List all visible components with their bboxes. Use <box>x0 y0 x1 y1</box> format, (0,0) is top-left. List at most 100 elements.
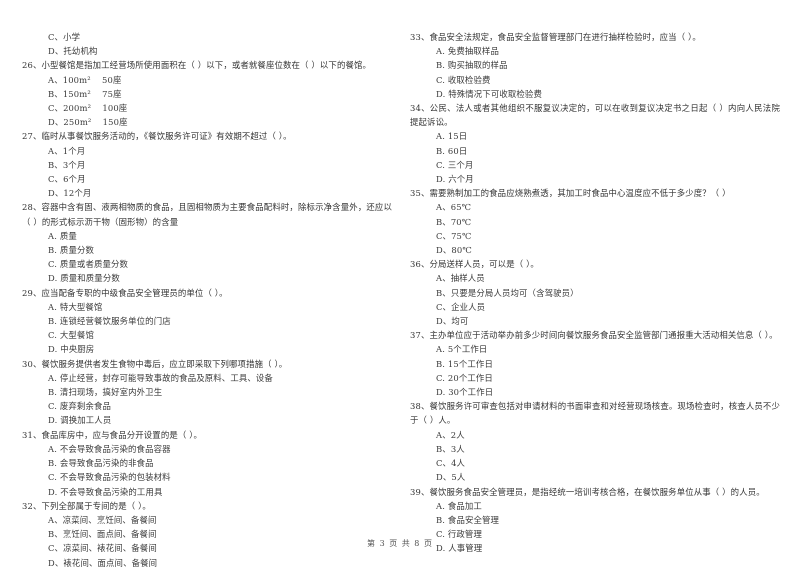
question-37: 37、主办单位应于活动举办前多少时间向餐饮服务食品安全监管部门通报重大活动相关信… <box>410 328 780 399</box>
question-options: A. 质量 B. 质量分数 C. 质量或者质量分数 D. 质量和质量分数 <box>22 229 392 286</box>
option-item: D. 30个工作日 <box>436 387 494 398</box>
question-stem: 34、公民、法人或者其他组织不服复议决定的，可以在收到复议决定书之日起（ ）内向… <box>410 103 780 128</box>
option-item: A、2人 <box>436 429 465 440</box>
option-item: A、65℃ <box>436 202 472 213</box>
option-item: D、12个月 <box>48 188 92 199</box>
option-item: D. 中央厨房 <box>48 344 95 355</box>
option-item: B. 会导致食品污染的非食品 <box>48 458 154 469</box>
option-item: C、小学 <box>48 32 81 42</box>
page-number: 第 3 页 共 8 页 <box>367 539 433 548</box>
left-column: C、小学 D、托幼机构 26、小型餐馆是指加工经营场所使用面积在（ ）以下，或者… <box>22 30 392 570</box>
question-31: 31、食品库房中，应与食品分开设置的是（ ）。 A. 不会导致食品污染的食品容器… <box>22 428 392 499</box>
option-item: C. 收取检验费 <box>436 74 491 85</box>
option-item: B、150m² 75座 <box>48 88 122 99</box>
option-item: A. 食品加工 <box>436 500 482 511</box>
question-stem: 36、分局送样人员，可以是（ ）。 <box>410 259 539 270</box>
option-item: C. 废弃剩余食品 <box>48 401 112 412</box>
option-item: D. 六个月 <box>436 174 474 185</box>
option-item: A、1个月 <box>48 145 86 156</box>
question-stem: 29、应当配备专职的中级食品安全管理员的单位（ ）。 <box>22 287 228 298</box>
question-options: A、65℃ B、70℃ C、75℃ D、80℃ <box>410 200 780 257</box>
option-item: B. 清扫现场，搞好室内外卫生 <box>48 387 163 398</box>
option-item: D. 调换加工人员 <box>48 415 112 426</box>
question-32: 32、下列全部属于专间的是（ ）。 A、凉菜间、烹饪间、备餐间 B、烹饪间、面点… <box>22 499 392 570</box>
option-item: A. 免费抽取样品 <box>436 46 499 57</box>
question-stem: 28、容器中含有固、液两相物质的食品，且固相物质为主要食品配料时，除标示净含量外… <box>22 202 392 227</box>
page-footer: 第 3 页 共 8 页 <box>0 538 800 549</box>
option-item: D、5人 <box>436 472 466 483</box>
option-item: C. 三个月 <box>436 159 474 170</box>
option-item: B. 连锁经营餐饮服务单位的门店 <box>48 316 171 327</box>
option-item: C、4人 <box>436 458 466 469</box>
option-item: D、80℃ <box>436 245 472 256</box>
question-options: A. 5个工作日 B. 15个工作日 C. 20个工作日 D. 30个工作日 <box>410 342 780 399</box>
option-item: B、70℃ <box>436 216 472 227</box>
question-stem: 37、主办单位应于活动举办前多少时间向餐饮服务食品安全监管部门通报重大活动相关信… <box>410 330 778 341</box>
question-options: A. 免费抽取样品 B. 购买抽取的样品 C. 收取检验费 D. 特殊情况下可收… <box>410 44 780 101</box>
option-item: B、3个月 <box>48 159 86 170</box>
orphan-options-list: C、小学 D、托幼机构 <box>22 30 392 58</box>
option-item: B. 质量分数 <box>48 245 95 256</box>
option-item: B. 购买抽取的样品 <box>436 60 508 71</box>
option-item: B. 食品安全管理 <box>436 514 500 525</box>
question-stem: 32、下列全部属于专间的是（ ）。 <box>22 500 151 511</box>
question-stem: 35、需要熟制加工的食品应烧熟煮透，其加工时食品中心温度应不低于多少度？（ ） <box>410 188 731 199</box>
option-item: A、抽样人员 <box>436 273 485 284</box>
option-item: A、100m² 50座 <box>48 74 122 85</box>
question-options: A. 特大型餐馆 B. 连锁经营餐饮服务单位的门店 C. 大型餐馆 D. 中央厨… <box>22 300 392 357</box>
question-26: 26、小型餐馆是指加工经营场所使用面积在（ ）以下，或者就餐座位数在（ ）以下的… <box>22 58 392 129</box>
question-options: A、抽样人员 B、只要是分局人员均可（含驾驶员） C、企业人员 D、均可 <box>410 271 780 328</box>
option-item: B. 15个工作日 <box>436 358 493 369</box>
exam-page: C、小学 D、托幼机构 26、小型餐馆是指加工经营场所使用面积在（ ）以下，或者… <box>0 0 800 568</box>
option-item: C. 不会导致食品污染的包装材料 <box>48 472 171 483</box>
option-item: C、200m² 100座 <box>48 103 128 114</box>
option-item: C. 大型餐馆 <box>48 330 94 341</box>
question-28: 28、容器中含有固、液两相物质的食品，且固相物质为主要食品配料时，除标示净含量外… <box>22 200 392 285</box>
question-34: 34、公民、法人或者其他组织不服复议决定的，可以在收到复议决定书之日起（ ）内向… <box>410 101 780 186</box>
option-item: D、250m² 150座 <box>48 117 128 128</box>
option-item: A. 停止经营，封存可能导致事故的食品及原料、工具、设备 <box>48 372 273 383</box>
option-item: A. 质量 <box>48 230 77 241</box>
option-item: A. 5个工作日 <box>436 344 488 355</box>
option-item: B. 60日 <box>436 145 468 156</box>
question-options: A. 停止经营，封存可能导致事故的食品及原料、工具、设备 B. 清扫现场，搞好室… <box>22 371 392 428</box>
option-item: D、裱花间、面点间、备餐间 <box>48 557 158 568</box>
right-column: 33、食品安全法规定，食品安全监督管理部门在进行抽样检验时，应当（ ）。 A. … <box>410 30 780 556</box>
option-item: C. 质量或者质量分数 <box>48 259 129 270</box>
question-38: 38、餐饮服务许可审查包括对申请材料的书面审查和对经营现场核查。现场检查时，核查… <box>410 399 780 484</box>
option-item: D、托幼机构 <box>48 46 98 57</box>
question-stem: 27、临时从事餐饮服务活动的，《餐饮服务许可证》有效期不超过（ ）。 <box>22 131 292 142</box>
option-item: D. 不会导致食品污染的工用具 <box>48 486 163 497</box>
question-36: 36、分局送样人员，可以是（ ）。 A、抽样人员 B、只要是分局人员均可（含驾驶… <box>410 257 780 328</box>
question-stem: 39、餐饮服务食品安全管理员，是指经统一培训考核合格，在餐饮服务单位从事（ ）的… <box>410 486 765 497</box>
option-item: A. 不会导致食品污染的食品容器 <box>48 443 171 454</box>
option-item: A. 特大型餐馆 <box>48 301 103 312</box>
question-stem: 33、食品安全法规定，食品安全监督管理部门在进行抽样检验时，应当（ ）。 <box>410 32 701 42</box>
option-item: C、6个月 <box>48 174 86 185</box>
question-29: 29、应当配备专职的中级食品安全管理员的单位（ ）。 A. 特大型餐馆 B. 连… <box>22 286 392 357</box>
option-item: C、企业人员 <box>436 301 486 312</box>
question-30: 30、餐饮服务提供者发生食物中毒后，应立即采取下列哪项措施（ ）。 A. 停止经… <box>22 357 392 428</box>
question-35: 35、需要熟制加工的食品应烧熟煮透，其加工时食品中心温度应不低于多少度？（ ） … <box>410 186 780 257</box>
option-item: C. 20个工作日 <box>436 372 493 383</box>
question-options: A. 不会导致食品污染的食品容器 B. 会导致食品污染的非食品 C. 不会导致食… <box>22 442 392 499</box>
question-stem: 31、食品库房中，应与食品分开设置的是（ ）。 <box>22 429 203 440</box>
two-column-layout: C、小学 D、托幼机构 26、小型餐馆是指加工经营场所使用面积在（ ）以下，或者… <box>22 30 780 570</box>
question-33: 33、食品安全法规定，食品安全监督管理部门在进行抽样检验时，应当（ ）。 A. … <box>410 30 780 101</box>
option-item: A. 15日 <box>436 131 468 142</box>
question-options: A、1个月 B、3个月 C、6个月 D、12个月 <box>22 144 392 201</box>
option-item: A、凉菜间、烹饪间、备餐间 <box>48 514 157 525</box>
question-options: A、2人 B、3人 C、4人 D、5人 <box>410 428 780 485</box>
question-stem: 30、餐饮服务提供者发生食物中毒后，应立即采取下列哪项措施（ ）。 <box>22 358 288 369</box>
option-item: B、3人 <box>436 443 465 454</box>
question-options: A. 15日 B. 60日 C. 三个月 D. 六个月 <box>410 129 780 186</box>
option-item: D. 特殊情况下可收取检验费 <box>436 88 542 99</box>
option-item: D. 质量和质量分数 <box>48 273 120 284</box>
question-27: 27、临时从事餐饮服务活动的，《餐饮服务许可证》有效期不超过（ ）。 A、1个月… <box>22 129 392 200</box>
option-item: B、只要是分局人员均可（含驾驶员） <box>436 287 579 298</box>
question-options: A、100m² 50座 B、150m² 75座 C、200m² 100座 D、2… <box>22 73 392 130</box>
question-stem: 38、餐饮服务许可审查包括对申请材料的书面审查和对经营现场核查。现场检查时，核查… <box>410 401 780 426</box>
question-stem: 26、小型餐馆是指加工经营场所使用面积在（ ）以下，或者就餐座位数在（ ）以下的… <box>22 60 372 71</box>
option-item: D、均可 <box>436 316 469 327</box>
option-item: C、75℃ <box>436 230 472 241</box>
